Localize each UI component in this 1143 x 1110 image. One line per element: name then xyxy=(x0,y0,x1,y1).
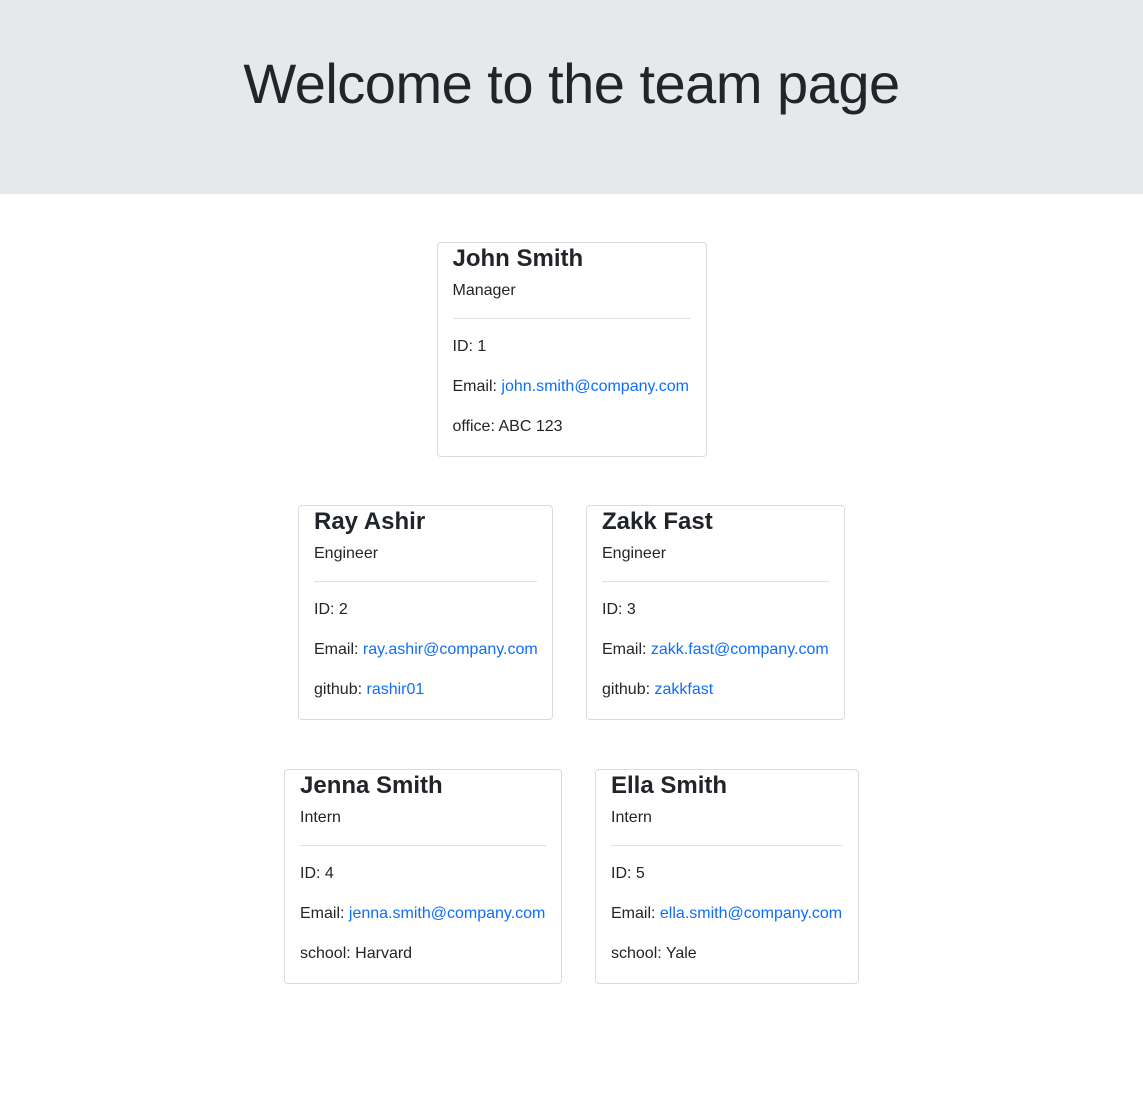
id-label: ID: xyxy=(314,601,335,618)
employee-id: ID: 3 xyxy=(602,600,829,620)
employee-github: github: rashir01 xyxy=(314,680,537,700)
github-link[interactable]: zakkfast xyxy=(655,681,714,698)
employee-card-engineer: Zakk Fast Engineer ID: 3 Email: zakk.fas… xyxy=(586,505,845,720)
employee-email: Email: zakk.fast@company.com xyxy=(602,640,829,660)
card-divider xyxy=(611,845,843,846)
interns-row: Jenna Smith Intern ID: 4 Email: jenna.sm… xyxy=(0,769,1143,984)
school-label: school: xyxy=(300,945,351,962)
employee-name: Ray Ashir xyxy=(314,508,426,535)
id-label: ID: xyxy=(602,601,623,618)
employee-id: ID: 1 xyxy=(453,337,691,357)
employee-card-intern: Ella Smith Intern ID: 5 Email: ella.smit… xyxy=(595,769,859,984)
email-label: Email: xyxy=(452,378,497,395)
employee-role: Manager xyxy=(452,282,516,299)
employee-role: Intern xyxy=(611,809,652,826)
id-label: ID: xyxy=(452,338,473,355)
employee-school: school: Harvard xyxy=(300,944,546,964)
id-value: 4 xyxy=(324,865,334,882)
email-label: Email: xyxy=(314,641,359,658)
github-label: github: xyxy=(602,681,651,698)
employee-name: Ella Smith xyxy=(611,772,728,799)
employee-school: school: Yale xyxy=(611,944,843,964)
manager-row: John Smith Manager ID: 1 Email: john.smi… xyxy=(0,242,1143,457)
employee-name: Zakk Fast xyxy=(602,508,713,535)
card-divider xyxy=(314,581,537,582)
employee-name: John Smith xyxy=(452,245,584,272)
github-link[interactable]: rashir01 xyxy=(367,681,425,698)
employee-email: Email: jenna.smith@company.com xyxy=(300,904,546,924)
school-value: Harvard xyxy=(355,945,413,962)
employee-id: ID: 4 xyxy=(300,864,546,884)
page-title: Welcome to the team page xyxy=(243,51,900,115)
employee-role: Engineer xyxy=(314,545,379,562)
school-label: school: xyxy=(611,945,662,962)
id-label: ID: xyxy=(611,865,632,882)
email-label: Email: xyxy=(611,905,656,922)
id-value: 2 xyxy=(338,601,348,618)
employee-email: Email: ella.smith@company.com xyxy=(611,904,843,924)
employee-id: ID: 5 xyxy=(611,864,843,884)
employee-office: office: ABC 123 xyxy=(453,417,691,437)
id-value: 1 xyxy=(477,338,487,355)
employee-github: github: zakkfast xyxy=(602,680,829,700)
id-value: 3 xyxy=(626,601,636,618)
office-label: office: xyxy=(452,418,495,435)
email-link[interactable]: zakk.fast@company.com xyxy=(651,641,829,658)
employee-email: Email: john.smith@company.com xyxy=(453,377,691,397)
email-link[interactable]: john.smith@company.com xyxy=(501,378,689,395)
id-value: 5 xyxy=(635,865,645,882)
employee-card-manager: John Smith Manager ID: 1 Email: john.smi… xyxy=(436,242,707,457)
page-header: Welcome to the team page xyxy=(0,0,1143,194)
email-label: Email: xyxy=(602,641,647,658)
employee-role: Engineer xyxy=(602,545,667,562)
id-label: ID: xyxy=(300,865,321,882)
card-divider xyxy=(452,318,691,319)
employee-name: Jenna Smith xyxy=(300,772,443,799)
card-divider xyxy=(602,581,829,582)
email-link[interactable]: ella.smith@company.com xyxy=(660,905,842,922)
employee-id: ID: 2 xyxy=(314,600,537,620)
office-value: ABC 123 xyxy=(498,418,563,435)
card-divider xyxy=(300,845,546,846)
employee-card-engineer: Ray Ashir Engineer ID: 2 Email: ray.ashi… xyxy=(298,505,553,720)
employee-card-intern: Jenna Smith Intern ID: 4 Email: jenna.sm… xyxy=(284,769,562,984)
email-link[interactable]: ray.ashir@company.com xyxy=(363,641,538,658)
engineers-row: Ray Ashir Engineer ID: 2 Email: ray.ashi… xyxy=(0,505,1143,720)
email-link[interactable]: jenna.smith@company.com xyxy=(349,905,545,922)
employee-role: Intern xyxy=(300,809,341,826)
github-label: github: xyxy=(314,681,363,698)
employee-email: Email: ray.ashir@company.com xyxy=(314,640,538,660)
school-value: Yale xyxy=(665,945,697,962)
email-label: Email: xyxy=(300,905,345,922)
